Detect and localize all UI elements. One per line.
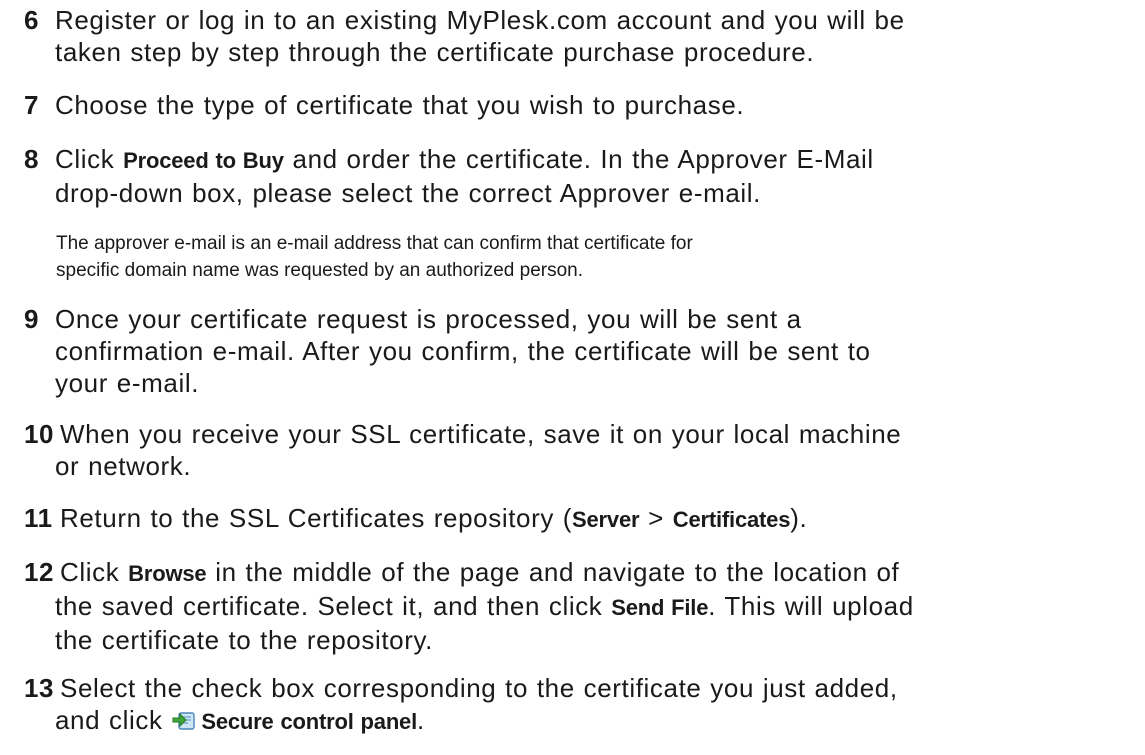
step-8-note: The approver e-mail is an e-mail address…	[56, 230, 1116, 284]
step-number: 11	[24, 503, 53, 533]
step-12: 12 Click Browse in the middle of the pag…	[24, 556, 1134, 656]
step-6: 6 Register or log in to an existing MyPl…	[24, 4, 1134, 68]
note-text: specific domain name was requested by an…	[56, 260, 584, 281]
step-text: the saved certificate. Select it, and th…	[55, 591, 914, 621]
secure-control-panel-icon	[171, 707, 197, 731]
step-text: Return to the SSL Certificates repositor…	[60, 503, 808, 533]
step-9: 9 Once your certificate request is proce…	[24, 303, 1134, 399]
step-text: Register or log in to an existing MyPles…	[55, 5, 905, 35]
step-text: taken step by step through the certifica…	[55, 37, 815, 67]
step-text: or network.	[55, 451, 192, 481]
step-text: When you receive your SSL certificate, s…	[60, 419, 902, 449]
step-text: the certificate to the repository.	[55, 625, 433, 655]
step-text: Click Proceed to Buy and order the certi…	[55, 144, 874, 174]
step-number: 9	[24, 304, 40, 334]
step-text: Select the check box corresponding to th…	[60, 673, 898, 703]
ui-label-certificates: Certificates	[672, 507, 791, 532]
step-text: Click Browse in the middle of the page a…	[60, 557, 900, 587]
step-8: 8 Click Proceed to Buy and order the cer…	[24, 143, 1134, 209]
step-text: Once your certificate request is process…	[55, 304, 802, 334]
note-text: The approver e-mail is an e-mail address…	[56, 233, 693, 254]
step-number: 13	[24, 673, 55, 703]
step-number: 6	[24, 5, 40, 35]
step-number: 8	[24, 144, 40, 174]
ui-label-secure-control-panel: Secure control panel	[201, 709, 418, 734]
ui-label-server: Server	[572, 507, 640, 532]
ui-label-send-file: Send File	[611, 595, 709, 620]
step-text: Choose the type of certificate that you …	[55, 90, 745, 120]
step-13: 13 Select the check box corresponding to…	[24, 672, 1134, 738]
step-number: 10	[24, 419, 55, 449]
step-text: drop-down box, please select the correct…	[55, 178, 761, 208]
step-text: your e-mail.	[55, 368, 200, 398]
ui-label-browse: Browse	[128, 561, 207, 586]
step-11: 11 Return to the SSL Certificates reposi…	[24, 502, 1134, 536]
step-text: confirmation e-mail. After you confirm, …	[55, 336, 871, 366]
step-7: 7 Choose the type of certificate that yo…	[24, 89, 1134, 121]
step-number: 12	[24, 557, 55, 587]
step-text: and click Secure control panel.	[55, 705, 425, 735]
step-number: 7	[24, 90, 40, 120]
ui-label-proceed-to-buy: Proceed to Buy	[123, 148, 284, 173]
step-10: 10 When you receive your SSL certificate…	[24, 418, 1134, 482]
